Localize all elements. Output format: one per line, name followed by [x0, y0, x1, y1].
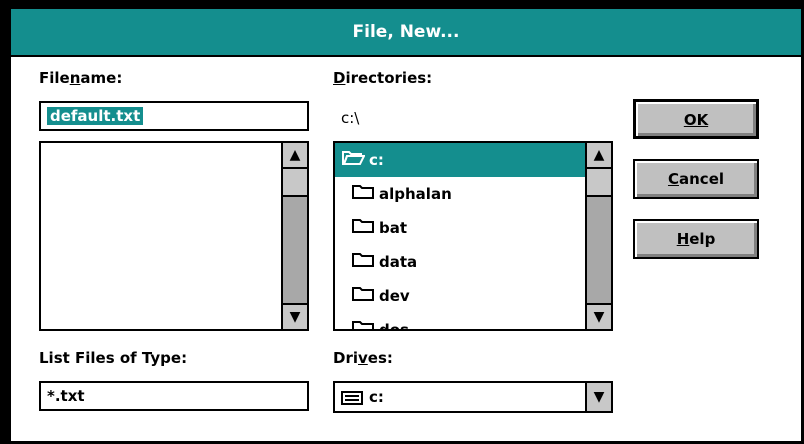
- title-bar: File, New...: [11, 9, 801, 57]
- folder-icon: [351, 280, 375, 314]
- file-type-value: *.txt: [47, 387, 85, 405]
- help-button[interactable]: Help: [633, 219, 759, 259]
- filename-label-text: Filename:: [39, 69, 123, 87]
- current-directory: c:\: [341, 109, 360, 127]
- directories-label-text: Directories:: [333, 69, 433, 87]
- directory-item-label: bat: [379, 219, 408, 237]
- directory-item[interactable]: dev: [335, 279, 587, 313]
- file-type-select[interactable]: *.txt: [39, 381, 309, 411]
- directory-list-scrollbar[interactable]: ▲ ▼: [585, 143, 611, 329]
- open-folder-icon: [341, 144, 366, 178]
- directories-label: Directories:: [333, 69, 432, 87]
- scroll-up-arrow-icon[interactable]: ▲: [283, 143, 307, 169]
- directory-item[interactable]: alphalan: [335, 177, 587, 211]
- folder-icon: [351, 246, 375, 280]
- scroll-down-arrow-icon[interactable]: ▼: [283, 303, 307, 329]
- drives-label: Drives:: [333, 349, 393, 367]
- drive-value: c:: [369, 388, 384, 406]
- directory-item[interactable]: c:: [335, 143, 587, 177]
- file-list-scrollbar[interactable]: ▲ ▼: [281, 143, 307, 329]
- cancel-button-label: Cancel: [667, 170, 725, 188]
- scroll-thumb[interactable]: [587, 169, 611, 197]
- help-button-label: Help: [676, 230, 716, 248]
- scroll-up-arrow-icon[interactable]: ▲: [587, 143, 611, 169]
- dialog-title: File, New...: [352, 22, 460, 42]
- directory-item[interactable]: data: [335, 245, 587, 279]
- file-list[interactable]: ▲ ▼: [39, 141, 309, 331]
- directory-item[interactable]: dos: [335, 313, 587, 331]
- ok-button[interactable]: OK: [633, 99, 759, 139]
- list-files-of-type-label: List Files of Type:: [39, 349, 188, 367]
- drive-icon: [341, 390, 363, 409]
- directory-item-label: c:: [369, 151, 384, 169]
- directory-item-label: dev: [379, 287, 410, 305]
- drives-select[interactable]: c: ▼: [333, 381, 613, 413]
- directory-item-label: data: [379, 253, 418, 271]
- scroll-thumb[interactable]: [283, 169, 307, 197]
- directory-list[interactable]: c: alphalan bat data dev dos ▲ ▼: [333, 141, 613, 331]
- ok-button-label: OK: [683, 111, 709, 129]
- filename-input[interactable]: default.txt: [39, 101, 309, 131]
- directory-item-label: alphalan: [379, 185, 452, 203]
- file-new-dialog: File, New... Filename: default.txt ▲ ▼ D…: [8, 6, 804, 444]
- dropdown-arrow-icon[interactable]: ▼: [585, 383, 611, 411]
- filename-label: Filename:: [39, 69, 122, 87]
- scroll-down-arrow-icon[interactable]: ▼: [587, 303, 611, 329]
- folder-icon: [351, 314, 375, 329]
- folder-icon: [351, 178, 375, 212]
- cancel-button[interactable]: Cancel: [633, 159, 759, 199]
- filename-input-value: default.txt: [47, 107, 144, 125]
- directory-item-label: dos: [379, 321, 409, 331]
- drives-label-text: Drives:: [333, 349, 393, 367]
- folder-icon: [351, 212, 375, 246]
- directory-item[interactable]: bat: [335, 211, 587, 245]
